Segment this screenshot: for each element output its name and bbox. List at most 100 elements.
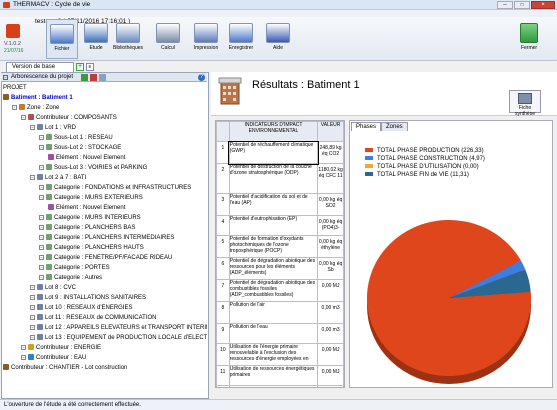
tab-menu-icon[interactable]: ≡ bbox=[86, 63, 94, 71]
table-row[interactable]: 6 Potentiel de dégradation abiotique des … bbox=[216, 257, 344, 280]
indicator-name: Potentiel de destruction de la couche d'… bbox=[228, 163, 319, 194]
expand-toggle-icon[interactable]: − bbox=[39, 224, 44, 230]
tree-node[interactable]: PROJET bbox=[3, 84, 27, 92]
table-row[interactable]: 3 Potentiel d'acidification du sol et de … bbox=[216, 193, 344, 216]
table-row[interactable]: 2 Potentiel de destruction de la couche d… bbox=[216, 163, 344, 194]
tree-node[interactable]: − Lot 12 : APPAREILS ELEVATEURS et TRANSP… bbox=[30, 324, 207, 332]
expand-toggle-icon[interactable]: − bbox=[39, 184, 44, 190]
tree-delete-icon[interactable] bbox=[90, 74, 97, 81]
tree-add-icon[interactable] bbox=[81, 74, 88, 81]
expand-toggle-icon[interactable]: − bbox=[39, 134, 44, 140]
table-row[interactable]: 5 Potentiel de formation d'oxydants photo… bbox=[216, 235, 344, 258]
tree-node[interactable]: − Categorie : PLANCHERS HAUTS bbox=[39, 244, 144, 252]
table-row[interactable]: 11 Utilisation de ressources énergétiques… bbox=[216, 365, 344, 386]
tree-node[interactable]: − Lot 1 : VRD bbox=[30, 124, 76, 132]
table-row[interactable]: 7 Potentiel de dégradation abiotique des … bbox=[216, 279, 344, 302]
fermer-button[interactable]: Fermer bbox=[516, 19, 542, 59]
expand-toggle-icon[interactable]: − bbox=[39, 254, 44, 260]
tree-toggle-icon[interactable]: − bbox=[3, 75, 8, 80]
tab-add-icon[interactable]: + bbox=[76, 63, 84, 71]
tree-node[interactable]: − Categorie : MURS EXTERIEURS bbox=[39, 194, 143, 202]
expand-toggle-icon[interactable]: − bbox=[12, 104, 17, 110]
expand-toggle-icon[interactable]: − bbox=[30, 334, 35, 340]
tree-node[interactable]: − Lot 2 à 7 : BATI bbox=[30, 174, 86, 182]
tree-node[interactable]: − Sous-Lot 2 : STOCKAGE bbox=[39, 144, 121, 152]
expand-toggle-icon[interactable]: − bbox=[39, 164, 44, 170]
indicator-name: Pollution de l'eau bbox=[228, 323, 319, 344]
expand-toggle-icon[interactable]: − bbox=[39, 234, 44, 240]
tree-node[interactable]: − Contributeur : EAU bbox=[21, 354, 86, 362]
tree-node[interactable]: Elément : Nouvel Element bbox=[48, 204, 125, 212]
tree-node[interactable]: − Categorie : PORTES bbox=[39, 264, 110, 272]
calcul-button[interactable]: Calcul bbox=[152, 19, 184, 59]
indicator-name: Potentiel de dégradation abiotique des c… bbox=[228, 279, 319, 302]
node-icon bbox=[19, 104, 25, 111]
close-window-button[interactable]: × bbox=[531, 1, 555, 9]
tab-version-de-base[interactable]: Version de base bbox=[6, 62, 74, 72]
tree-copy-icon[interactable] bbox=[99, 74, 106, 81]
tree-node-label: Categorie : FONDATIONS et INFRASTRUCTURE… bbox=[54, 185, 192, 191]
impression-button[interactable]: Impression bbox=[190, 19, 222, 59]
calcul-icon bbox=[156, 23, 180, 43]
tree-header: − Arborescence du projet ? bbox=[1, 73, 207, 82]
tree-node[interactable]: − Sous-Lot 3 : VOIRIES et PARKING bbox=[39, 164, 147, 172]
tree-help-icon[interactable]: ? bbox=[198, 74, 205, 81]
tree-node[interactable]: − Contributeur : COMPOSANTS bbox=[21, 114, 117, 122]
tree-node[interactable]: − Contributeur : ENERGIE bbox=[21, 344, 101, 352]
tree-node[interactable]: − Lot 8 : CVC bbox=[30, 284, 76, 292]
expand-toggle-icon[interactable]: − bbox=[39, 264, 44, 270]
tree-node[interactable]: Batiment : Batiment 1 bbox=[3, 94, 73, 102]
enregistrer-label: Enregistrer bbox=[228, 45, 254, 51]
tree-node-label: Categorie : PLANCHERS INTERMEDIAIRES bbox=[54, 235, 175, 241]
table-row[interactable]: 12 bbox=[216, 385, 344, 387]
expand-toggle-icon[interactable]: − bbox=[30, 124, 35, 130]
tree-node-label: Lot 1 : VRD bbox=[45, 125, 77, 131]
expand-toggle-icon[interactable]: − bbox=[39, 274, 44, 280]
tree-node[interactable]: − Categorie : PLANCHERS INTERMEDIAIRES bbox=[39, 234, 174, 242]
expand-toggle-icon[interactable]: − bbox=[39, 244, 44, 250]
exit-icon bbox=[520, 23, 538, 43]
col-header-value[interactable]: VALEUR bbox=[317, 121, 344, 142]
expand-toggle-icon[interactable]: − bbox=[21, 344, 26, 350]
table-row[interactable]: 8 Pollution de l'air 0,00 m3 bbox=[216, 301, 344, 324]
table-row[interactable]: 4 Potentiel d'eutrophisation (EP) 0,00 kg … bbox=[216, 215, 344, 236]
col-header-indicator[interactable]: INDICATEURS D'IMPACT ENVIRONNEMENTAL bbox=[228, 121, 319, 142]
expand-toggle-icon[interactable]: − bbox=[30, 324, 35, 330]
tree-node[interactable]: − Lot 9 : INSTALLATIONS SANITAIRES bbox=[30, 294, 146, 302]
tree-node[interactable]: − Categorie : FENETRE/PF/FACADE RIDEAU bbox=[39, 254, 172, 262]
expand-toggle-icon[interactable]: − bbox=[39, 194, 44, 200]
tree-node[interactable]: − Categorie : FONDATIONS et INFRASTRUCTUR… bbox=[39, 184, 191, 192]
expand-toggle-icon[interactable]: − bbox=[21, 114, 26, 120]
tree-node[interactable]: − Lot 11 : RESEAUX de COMMUNICATION bbox=[30, 314, 156, 322]
tree-node[interactable]: − Sous-Lot 1 : RESEAU bbox=[39, 134, 113, 142]
expand-toggle-icon[interactable]: − bbox=[30, 284, 35, 290]
expand-toggle-icon[interactable]: − bbox=[30, 294, 35, 300]
enregistrer-button[interactable]: Enregistrer bbox=[225, 19, 257, 59]
expand-toggle-icon[interactable]: − bbox=[39, 144, 44, 150]
tree-node[interactable]: − Categorie : MURS INTERIEURS bbox=[39, 214, 141, 222]
bibliotheques-button[interactable]: Bibliothèques bbox=[112, 19, 144, 59]
tree-node[interactable]: − Categorie : Autres bbox=[39, 274, 102, 282]
table-row[interactable]: 9 Pollution de l'eau 0,00 m3 bbox=[216, 323, 344, 344]
maximize-button[interactable]: □ bbox=[514, 1, 530, 9]
expand-toggle-icon[interactable]: − bbox=[30, 304, 35, 310]
tree-node[interactable]: Contributeur : CHANTIER - Lot constructi… bbox=[3, 364, 127, 372]
tree-node[interactable]: − Lot 10 : RESEAUX d'ENERGIES bbox=[30, 304, 133, 312]
aide-button[interactable]: Aide bbox=[262, 19, 294, 59]
fiche-synthese-button[interactable]: Fiche synthèse bbox=[509, 90, 541, 117]
fichier-button[interactable]: Fichier bbox=[46, 19, 78, 59]
tree-node[interactable]: − Zone : Zone bbox=[12, 104, 59, 112]
expand-toggle-icon[interactable]: − bbox=[21, 354, 26, 360]
expand-toggle-icon[interactable]: − bbox=[30, 314, 35, 320]
expand-toggle-icon[interactable]: − bbox=[30, 174, 35, 180]
tree-node[interactable]: − Lot 13 : EQUIPEMENT de PRODUCTION LOCAL… bbox=[30, 334, 207, 342]
indicator-name: Potentiel de formation d'oxydants photoc… bbox=[228, 235, 319, 258]
indicator-name: Utilisation de ressources énergétiques p… bbox=[228, 365, 319, 386]
tree-node[interactable]: − Categorie : PLANCHERS BAS bbox=[39, 224, 135, 232]
tree-node[interactable]: Elément : Nouvel Element bbox=[48, 154, 125, 162]
table-row[interactable]: 10 Utilisation de l'énergie primaire reno… bbox=[216, 343, 344, 366]
minimize-button[interactable]: ─ bbox=[497, 1, 513, 9]
table-row[interactable]: 1 Potentiel de réchauffement climatique (… bbox=[216, 140, 344, 165]
etude-button[interactable]: Etude bbox=[80, 19, 112, 59]
expand-toggle-icon[interactable]: − bbox=[39, 214, 44, 220]
